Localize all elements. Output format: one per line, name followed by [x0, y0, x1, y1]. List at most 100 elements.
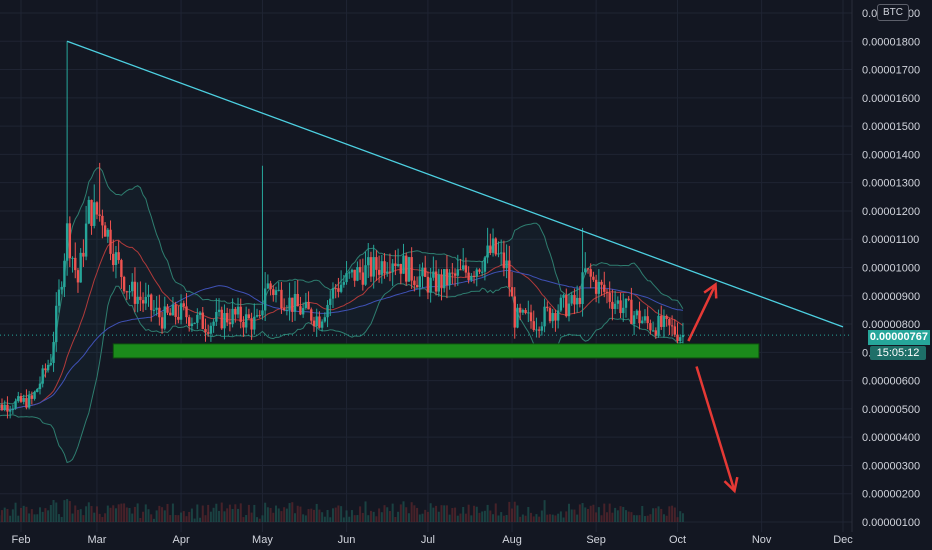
candle-body	[60, 286, 63, 290]
volume-bar	[635, 515, 638, 522]
candle-countdown: 15:05:12	[870, 346, 926, 360]
volume-bar	[492, 514, 495, 522]
volume-bar	[296, 505, 299, 522]
volume-bar	[673, 507, 676, 522]
candle-body	[562, 294, 565, 298]
candle-body	[513, 296, 516, 328]
volume-bar	[614, 507, 617, 522]
candle-body	[480, 271, 484, 273]
volume-bar	[182, 511, 185, 522]
candle-body	[489, 245, 492, 253]
candle-body	[272, 289, 275, 295]
volume-bar	[169, 515, 172, 522]
candle-body	[147, 294, 150, 297]
volume-bar	[573, 509, 576, 522]
price-axis: 0.000019000.000018000.000017000.00001600…	[851, 0, 920, 532]
candle-body	[508, 260, 511, 288]
volume-bar	[643, 516, 646, 522]
volume-bar	[326, 509, 329, 522]
candle-body	[646, 316, 649, 324]
volume-bar	[57, 514, 60, 522]
volume-bar	[597, 507, 600, 522]
volume-bar	[361, 512, 364, 522]
candle-body	[616, 300, 620, 304]
candle-body	[451, 272, 454, 274]
candle-body	[274, 290, 278, 295]
volume-bar	[266, 507, 269, 522]
x-tick-label: May	[252, 534, 273, 546]
candle-body	[535, 329, 538, 331]
volume-bar	[117, 504, 120, 522]
volume-bar	[114, 508, 117, 522]
candle-body	[356, 267, 359, 281]
candle-body	[250, 318, 253, 330]
y-tick-label: 0.00001800	[862, 36, 920, 48]
candle-body	[282, 308, 286, 311]
volume-bar	[586, 508, 589, 522]
y-tick-label: 0.00001700	[862, 65, 920, 77]
candle-body	[228, 322, 232, 325]
volume-bar	[3, 507, 6, 522]
candle-body	[25, 398, 28, 408]
candle-body	[603, 284, 606, 292]
volume-bar	[49, 504, 52, 522]
volume-bar	[388, 511, 391, 522]
volume-bar	[139, 517, 142, 522]
candle-body	[367, 257, 370, 266]
volume-bar	[204, 515, 207, 522]
candle-body	[342, 282, 346, 285]
candle-body	[93, 202, 96, 226]
candle-body	[90, 199, 93, 226]
candle-body	[611, 301, 614, 309]
volume-bar	[440, 505, 443, 522]
candle-body	[318, 316, 321, 328]
candle-body	[396, 263, 400, 267]
candle-body	[467, 272, 470, 280]
candle-body	[334, 288, 337, 290]
candle-body	[41, 368, 44, 384]
y-tick-label: 0.00000300	[862, 460, 920, 472]
candle-body	[391, 263, 394, 273]
candle-body	[182, 303, 185, 307]
volume-bar	[147, 509, 150, 522]
volume-bar	[247, 504, 250, 522]
volume-bar	[513, 501, 516, 522]
volume-bar	[90, 506, 93, 522]
candle-body	[8, 410, 12, 412]
candle-body	[114, 252, 118, 265]
candle-body	[101, 215, 104, 226]
volume-bar	[616, 510, 619, 522]
volume-bar	[478, 512, 481, 522]
volume-bar	[627, 511, 630, 522]
candle-body	[312, 320, 316, 327]
currency-label[interactable]: BTC	[877, 4, 909, 21]
volume-bar	[662, 514, 665, 522]
volume-bar	[55, 502, 58, 522]
candle-body	[394, 263, 397, 267]
volume-bar	[98, 513, 101, 522]
candle-body	[372, 257, 375, 277]
candle-body	[296, 294, 299, 307]
candle-body	[369, 257, 373, 277]
candle-body	[440, 274, 443, 289]
candle-body	[559, 297, 563, 311]
volume-bar	[481, 511, 484, 522]
volume-bar	[312, 509, 315, 522]
candle-body	[662, 316, 666, 327]
candle-body	[187, 317, 191, 327]
candle-body	[643, 316, 647, 321]
candle-body	[632, 315, 636, 325]
candle-body	[578, 297, 582, 304]
y-tick-label: 0.00001200	[862, 206, 920, 218]
volume-bar	[530, 512, 533, 522]
candle-body	[307, 301, 310, 310]
chart-canvas[interactable]: 0.000019000.000018000.000017000.00001600…	[0, 0, 932, 550]
volume-bar	[654, 508, 657, 522]
volume-bar	[592, 504, 595, 522]
y-tick-label: 0.00001500	[862, 121, 920, 133]
volume-bar	[25, 506, 28, 522]
volume-bar	[258, 518, 261, 522]
candle-body	[464, 265, 468, 273]
candle-body	[160, 317, 164, 329]
volume-bar	[399, 504, 402, 522]
